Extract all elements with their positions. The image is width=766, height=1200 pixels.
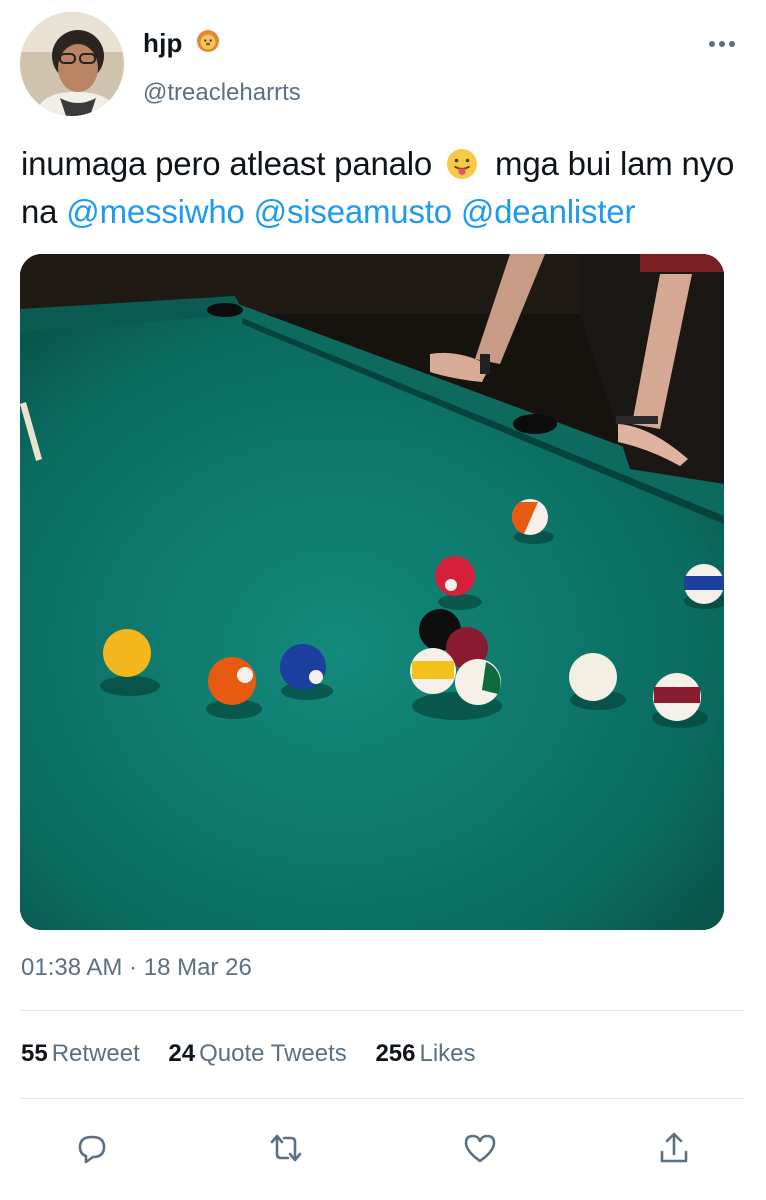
avatar-image	[20, 12, 124, 116]
mention-link[interactable]: @deanlister	[461, 193, 636, 230]
lion-emoji-icon	[196, 29, 220, 53]
mention-link[interactable]: @messiwho	[66, 193, 245, 230]
reply-icon[interactable]	[72, 1128, 112, 1168]
tweet-photo[interactable]	[20, 254, 724, 930]
stat-label: Retweet	[51, 1040, 140, 1067]
tweet-timestamp[interactable]: 01:38 AM · 18 Mar 26	[21, 954, 252, 982]
display-name[interactable]: hjp	[143, 28, 183, 59]
stat-count: 24	[168, 1040, 196, 1067]
user-handle[interactable]: @treacleharrts	[143, 79, 301, 107]
avatar[interactable]	[20, 12, 124, 116]
share-icon[interactable]	[654, 1128, 694, 1168]
tongue-out-emoji-icon	[445, 146, 479, 180]
like-icon[interactable]	[460, 1128, 500, 1168]
engagement-stats: 55 Retweet 24 Quote Tweets 256 Likes	[21, 1040, 498, 1068]
stat-count: 256	[375, 1040, 416, 1067]
stat-count: 55	[21, 1040, 48, 1067]
more-options-icon[interactable]	[704, 36, 740, 52]
likes-stat[interactable]: 256 Likes	[375, 1040, 475, 1068]
stat-label: Likes	[419, 1040, 476, 1067]
pool-table-photo	[20, 254, 724, 930]
tweet-text-part1: inumaga pero atleast panalo	[21, 145, 433, 182]
retweet-icon[interactable]	[266, 1128, 306, 1168]
tweet-text: inumaga pero atleast panalo mga bui lam …	[21, 140, 761, 236]
stat-label: Quote Tweets	[199, 1040, 347, 1067]
mention-link[interactable]: @siseamusto	[254, 193, 452, 230]
quote-tweets-stat[interactable]: 24 Quote Tweets	[168, 1040, 346, 1068]
divider	[21, 1098, 745, 1099]
retweet-stat[interactable]: 55 Retweet	[21, 1040, 140, 1068]
divider	[21, 1010, 745, 1011]
